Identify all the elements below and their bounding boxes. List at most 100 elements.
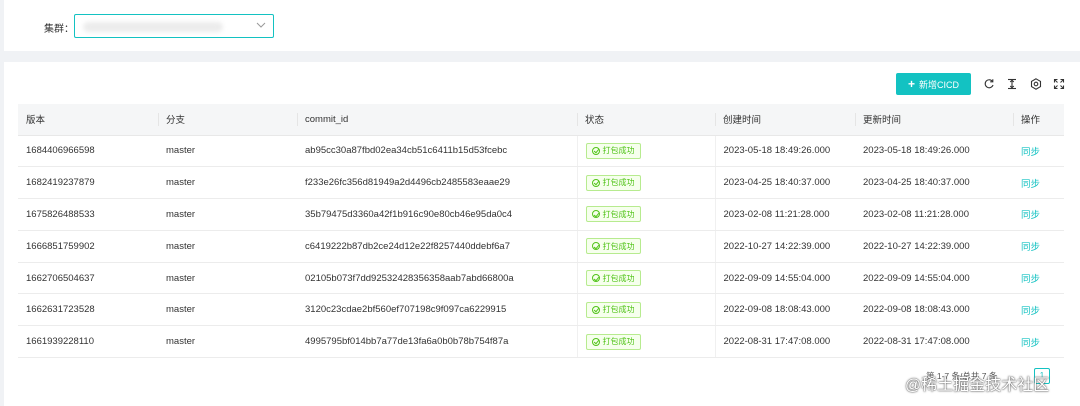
cell-branch: master bbox=[158, 230, 297, 263]
check-circle-icon bbox=[591, 210, 600, 219]
cell-version: 1675826488533 bbox=[18, 198, 158, 231]
table-row: 1661939228110 master 4995795bf014bb7a77de1… bbox=[18, 325, 1064, 359]
status-badge: 打包成功 bbox=[585, 206, 641, 223]
sync-link[interactable]: 同步 bbox=[1021, 179, 1040, 190]
refresh-icon[interactable] bbox=[983, 78, 995, 90]
cluster-selected-value-redacted bbox=[83, 22, 223, 32]
sync-link[interactable]: 同步 bbox=[1021, 274, 1040, 285]
check-circle-icon bbox=[591, 146, 600, 155]
cicd-table: 版本 分支 commit_id 状态 创建时间 更新时间 操作 16844069… bbox=[18, 104, 1064, 359]
cell-branch: master bbox=[158, 293, 297, 327]
cell-commit-id: 35b79475d3360a42f1b916c90e80cb46e95da0c4 bbox=[297, 198, 577, 231]
table-header-row: 版本 分支 commit_id 状态 创建时间 更新时间 操作 bbox=[18, 104, 1064, 136]
column-height-icon[interactable] bbox=[1006, 78, 1018, 90]
cell-status: 打包成功 bbox=[576, 198, 716, 231]
check-circle-icon bbox=[591, 337, 600, 346]
cell-action: 同步 bbox=[1013, 262, 1064, 295]
cell-commit-id: f233e26fc356d81949a2d4496cb2485583eaae29 bbox=[297, 166, 577, 200]
cell-branch: master bbox=[158, 325, 297, 359]
watermark-text: @稀土掘金技术社区 bbox=[905, 377, 1050, 394]
header-commit-id: commit_id bbox=[297, 104, 577, 136]
header-created-time: 创建时间 bbox=[715, 104, 855, 136]
add-cicd-label: 新增CICD bbox=[919, 79, 959, 90]
cell-updated-time: 2022-09-08 18:08:43.000 bbox=[855, 293, 1013, 327]
cell-created-time: 2022-09-08 18:08:43.000 bbox=[715, 293, 855, 327]
cell-action: 同步 bbox=[1013, 135, 1064, 168]
cell-version: 1682419237879 bbox=[18, 166, 158, 200]
cluster-select[interactable] bbox=[74, 14, 274, 38]
check-circle-icon bbox=[591, 242, 600, 251]
status-badge: 打包成功 bbox=[585, 238, 641, 255]
cell-updated-time: 2022-08-31 17:47:08.000 bbox=[855, 325, 1013, 359]
status-badge: 打包成功 bbox=[585, 270, 641, 287]
cell-status: 打包成功 bbox=[576, 325, 716, 359]
cell-updated-time: 2022-10-27 14:22:39.000 bbox=[855, 230, 1013, 263]
table-row: 1662631723528 master 3120c23cdae2bf560ef70… bbox=[18, 293, 1064, 327]
table-row: 1675826488533 master 35b79475d3360a42f1b91… bbox=[18, 198, 1064, 231]
cell-status: 打包成功 bbox=[576, 230, 716, 263]
sync-link[interactable]: 同步 bbox=[1021, 210, 1040, 221]
add-cicd-button[interactable]: + 新增CICD bbox=[896, 73, 971, 95]
chevron-down-icon bbox=[256, 22, 266, 28]
header-version: 版本 bbox=[18, 104, 158, 136]
status-text: 打包成功 bbox=[602, 209, 635, 219]
cell-created-time: 2022-08-31 17:47:08.000 bbox=[715, 325, 855, 359]
status-text: 打包成功 bbox=[602, 337, 635, 347]
header-actions: 操作 bbox=[1013, 104, 1064, 136]
cell-branch: master bbox=[158, 135, 297, 168]
table-toolbar: + 新增CICD bbox=[896, 73, 971, 95]
cell-updated-time: 2023-02-08 11:21:28.000 bbox=[855, 198, 1013, 231]
cell-status: 打包成功 bbox=[576, 135, 716, 168]
status-badge: 打包成功 bbox=[585, 174, 641, 191]
header-branch: 分支 bbox=[158, 104, 297, 136]
sync-link[interactable]: 同步 bbox=[1021, 306, 1040, 317]
cell-version: 1661939228110 bbox=[18, 325, 158, 359]
plus-icon: + bbox=[907, 77, 915, 91]
cell-updated-time: 2023-04-25 18:40:37.000 bbox=[855, 166, 1013, 200]
cell-branch: master bbox=[158, 262, 297, 295]
check-circle-icon bbox=[591, 274, 600, 283]
cell-version: 1684406966598 bbox=[18, 135, 158, 168]
status-text: 打包成功 bbox=[602, 146, 635, 156]
cell-commit-id: 02105b073f7dd92532428356358aab7abd66800a bbox=[297, 262, 577, 295]
cell-updated-time: 2022-09-09 14:55:04.000 bbox=[855, 262, 1013, 295]
header-updated-time: 更新时间 bbox=[855, 104, 1013, 136]
table-row: 1684406966598 master ab95cc30a87fbd02ea34c… bbox=[18, 135, 1064, 168]
cell-status: 打包成功 bbox=[576, 293, 716, 327]
table-row: 1682419237879 master f233e26fc356d81949a2d… bbox=[18, 166, 1064, 200]
cell-status: 打包成功 bbox=[576, 166, 716, 200]
cell-commit-id: 3120c23cdae2bf560ef707198c9f097ca6229915 bbox=[297, 293, 577, 327]
sync-link[interactable]: 同步 bbox=[1021, 242, 1040, 253]
cell-updated-time: 2023-05-18 18:49:26.000 bbox=[855, 135, 1013, 168]
cell-action: 同步 bbox=[1013, 325, 1064, 359]
cell-version: 1666851759902 bbox=[18, 230, 158, 263]
cell-created-time: 2023-04-25 18:40:37.000 bbox=[715, 166, 855, 200]
cell-commit-id: ab95cc30a87fbd02ea34cb51c6411b15d53fcebc bbox=[297, 135, 577, 168]
cell-action: 同步 bbox=[1013, 198, 1064, 231]
cell-commit-id: c6419222b87db2ce24d12e22f8257440ddebf6a7 bbox=[297, 230, 577, 263]
status-text: 打包成功 bbox=[602, 241, 635, 251]
status-text: 打包成功 bbox=[602, 178, 635, 188]
cell-branch: master bbox=[158, 166, 297, 200]
filter-bar: 集群： bbox=[4, 0, 1080, 51]
cell-version: 1662631723528 bbox=[18, 293, 158, 327]
cell-created-time: 2023-05-18 18:49:26.000 bbox=[715, 135, 855, 168]
cluster-label: 集群： bbox=[44, 24, 74, 35]
check-circle-icon bbox=[591, 178, 600, 187]
cell-created-time: 2022-09-09 14:55:04.000 bbox=[715, 262, 855, 295]
status-badge: 打包成功 bbox=[585, 142, 641, 159]
cell-action: 同步 bbox=[1013, 230, 1064, 263]
sync-link[interactable]: 同步 bbox=[1021, 338, 1040, 349]
status-text: 打包成功 bbox=[602, 273, 635, 283]
cell-branch: master bbox=[158, 198, 297, 231]
cell-created-time: 2022-10-27 14:22:39.000 bbox=[715, 230, 855, 263]
status-badge: 打包成功 bbox=[585, 333, 641, 350]
sync-link[interactable]: 同步 bbox=[1021, 147, 1040, 158]
cell-commit-id: 4995795bf014bb7a77de13fa6a0b0b78b754f87a bbox=[297, 325, 577, 359]
status-text: 打包成功 bbox=[602, 305, 635, 315]
check-circle-icon bbox=[591, 305, 600, 314]
settings-icon[interactable] bbox=[1030, 78, 1042, 90]
cell-status: 打包成功 bbox=[576, 262, 716, 295]
header-status: 状态 bbox=[577, 104, 715, 136]
fullscreen-icon[interactable] bbox=[1053, 78, 1065, 90]
